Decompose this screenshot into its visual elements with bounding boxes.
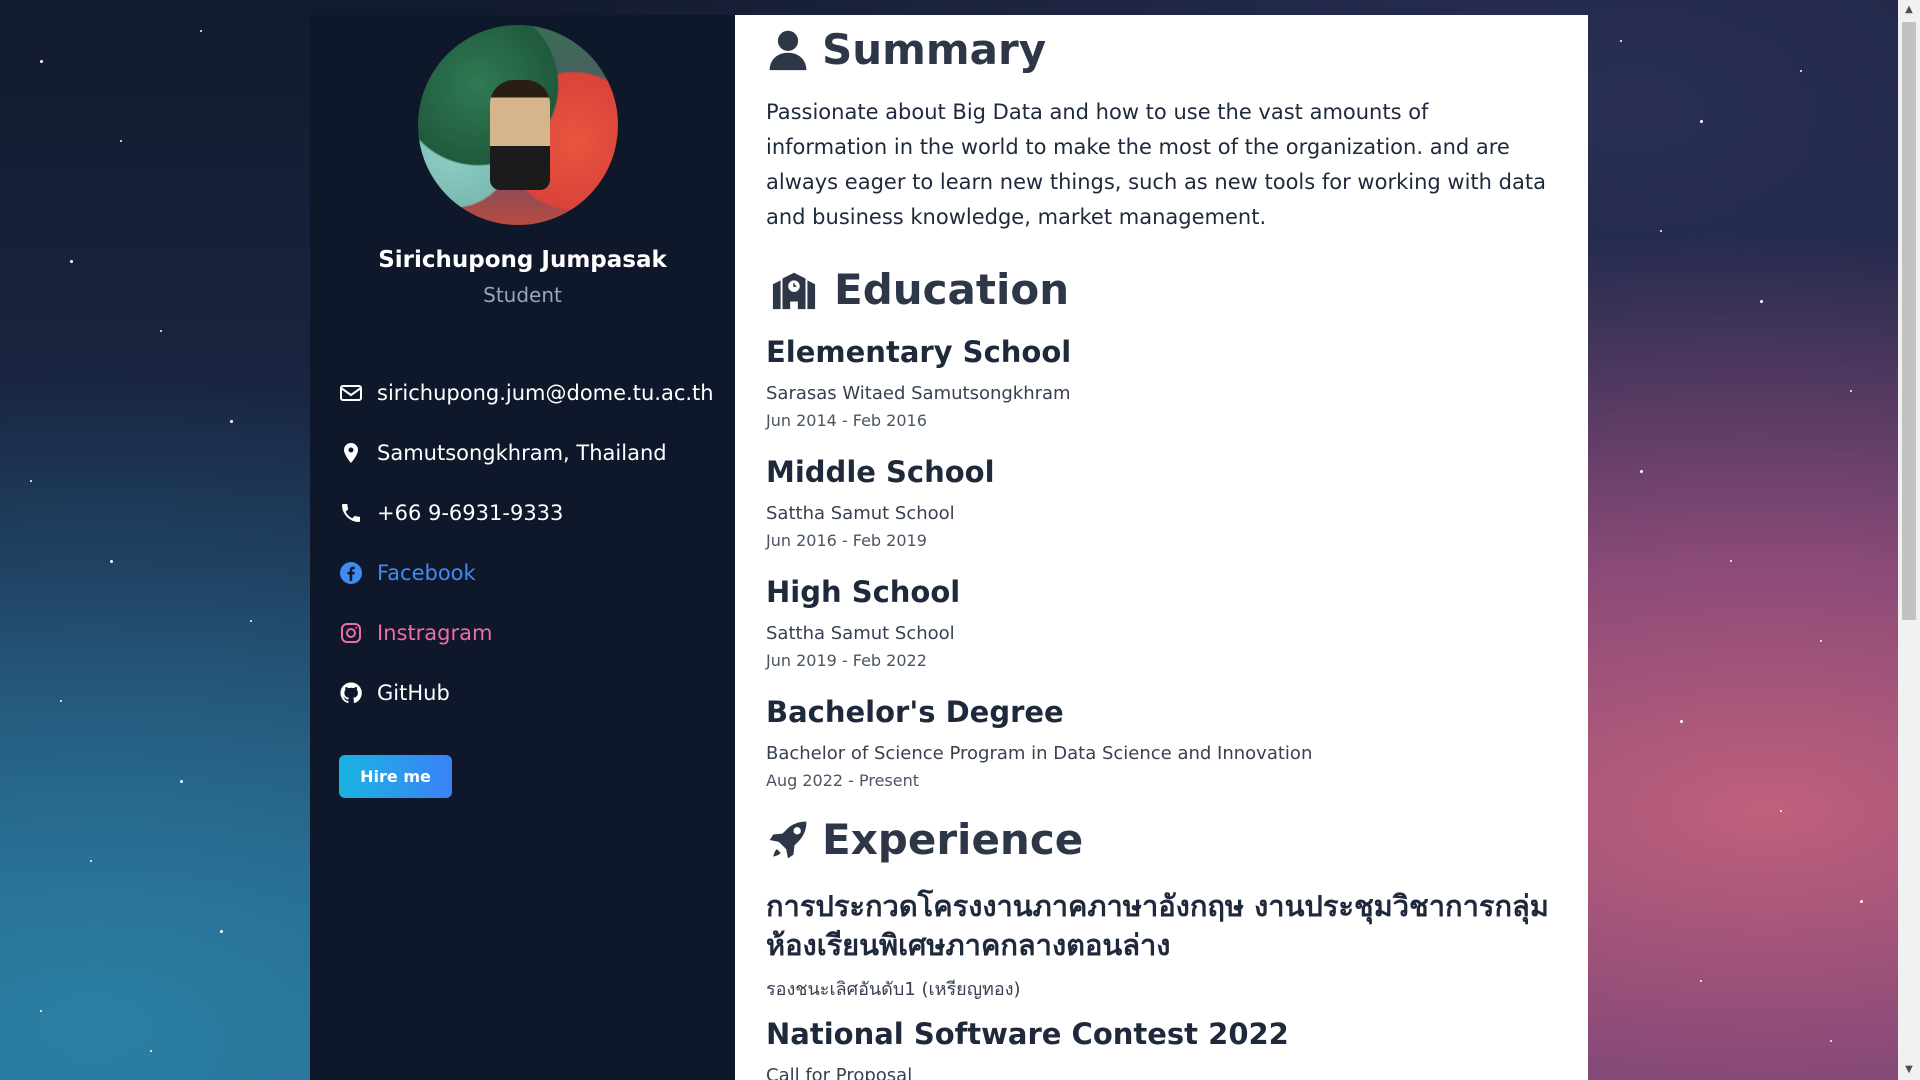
map-pin-icon: [344, 443, 358, 463]
education-item-school: Sattha Samut School: [766, 623, 955, 644]
resume-content: Summary Passionate about Big Data and ho…: [735, 15, 1588, 1080]
contact-location: Samutsongkhram, Thailand: [339, 438, 667, 468]
education-title: Education: [834, 265, 1070, 314]
education-item-title: Elementary School: [766, 335, 1072, 369]
facebook-link[interactable]: Facebook: [339, 558, 476, 588]
contact-email[interactable]: sirichupong.jum@dome.tu.ac.th: [339, 378, 714, 408]
education-item-school: Sattha Samut School: [766, 503, 955, 524]
hire-me-button[interactable]: Hire me: [339, 755, 452, 798]
education-item-dates: Jun 2014 - Feb 2016: [766, 411, 927, 430]
profile-name: Sirichupong Jumpasak: [378, 247, 667, 273]
contact-phone[interactable]: +66 9-6931-9333: [339, 498, 563, 528]
education-item-title: Bachelor's Degree: [766, 695, 1064, 729]
github-link[interactable]: GitHub: [339, 678, 450, 708]
education-item-title: High School: [766, 575, 961, 609]
education-item-school: Bachelor of Science Program in Data Scie…: [766, 743, 1313, 764]
school-icon: [772, 272, 816, 309]
contact-location-label: Samutsongkhram, Thailand: [377, 441, 667, 465]
scrollbar-thumb[interactable]: [1902, 22, 1916, 620]
scroll-down-arrow-icon[interactable]: ▼: [1898, 1060, 1920, 1080]
instagram-label: Instragram: [377, 621, 493, 645]
page-scrollbar[interactable]: ▲ ▼: [1898, 0, 1920, 1080]
instagram-icon: [341, 623, 361, 643]
instagram-link[interactable]: Instragram: [339, 618, 492, 648]
phone-icon: [342, 504, 360, 522]
facebook-label: Facebook: [377, 561, 476, 585]
experience-title: Experience: [822, 815, 1084, 864]
facebook-icon: [340, 562, 362, 584]
contact-email-label: sirichupong.jum@dome.tu.ac.th: [377, 381, 714, 405]
education-item-dates: Jun 2019 - Feb 2022: [766, 651, 927, 670]
experience-item-detail: Call for Proposal: [766, 1065, 913, 1080]
envelope-icon: [340, 385, 362, 401]
profile-role: Student: [483, 283, 562, 307]
summary-heading: Summary: [766, 25, 1046, 74]
summary-text: Passionate about Big Data and how to use…: [766, 100, 1546, 229]
github-icon: [340, 682, 362, 704]
education-heading: Education: [766, 265, 1069, 314]
education-item-title: Middle School: [766, 455, 995, 489]
scroll-up-arrow-icon[interactable]: ▲: [1898, 0, 1920, 20]
contact-phone-label: +66 9-6931-9333: [377, 501, 564, 525]
experience-item-title: การประกวดโครงงานภาคภาษาอังกฤษ งานประชุมว…: [766, 889, 1549, 962]
education-item-school: Sarasas Witaed Samutsongkhram: [766, 383, 1071, 404]
user-icon: [769, 30, 807, 70]
education-item-dates: Aug 2022 - Present: [766, 771, 920, 790]
experience-item-title: National Software Contest 2022: [766, 1017, 1289, 1051]
experience-item-detail: รองชนะเลิศอันดับ1 (เหรียญทอง): [766, 979, 1021, 1000]
experience-heading: Experience: [766, 815, 1083, 864]
avatar: [418, 25, 618, 225]
github-label: GitHub: [377, 681, 450, 705]
education-item-dates: Jun 2016 - Feb 2019: [766, 531, 927, 550]
rocket-icon: [769, 821, 807, 858]
summary-title: Summary: [822, 25, 1047, 74]
profile-sidebar: Sirichupong Jumpasak Student sirichupong…: [310, 15, 735, 1080]
